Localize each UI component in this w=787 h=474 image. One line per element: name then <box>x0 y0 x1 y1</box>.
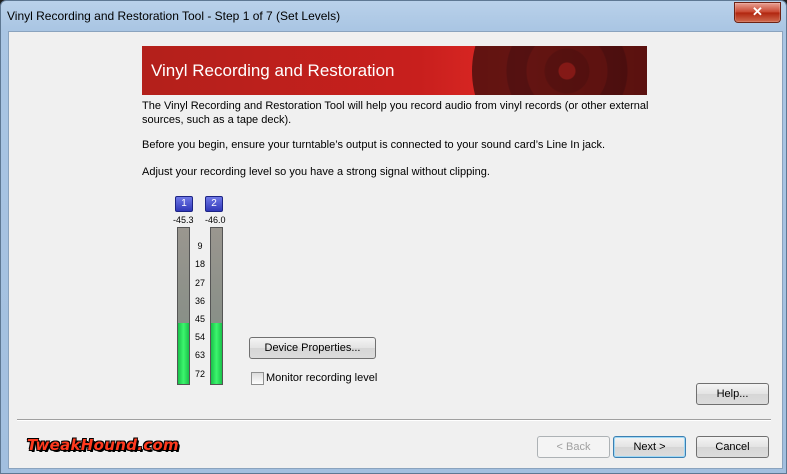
back-button-label: < Back <box>556 441 591 453</box>
vinyl-record-graphic <box>472 46 647 95</box>
meter-scale-label: 27 <box>194 278 205 288</box>
channel-2-level-meter <box>210 227 223 385</box>
tweakhound-watermark: TweakHound.com <box>27 436 179 454</box>
close-button[interactable]: ✕ <box>734 2 781 23</box>
turntable-instructions: Before you begin, ensure your turntable’… <box>142 139 606 151</box>
channel-1-level-fill <box>178 323 189 384</box>
channel-1-level-meter <box>177 227 190 385</box>
cancel-button-label: Cancel <box>715 441 750 453</box>
meter-scale-label: 18 <box>194 259 205 269</box>
level-instructions: Adjust your recording level so you have … <box>142 166 490 178</box>
meter-scale-label: 72 <box>194 369 205 379</box>
intro-text: The Vinyl Recording and Restoration Tool… <box>142 100 649 126</box>
monitor-recording-label[interactable]: Monitor recording level <box>266 372 377 384</box>
device-properties-label: Device Properties... <box>264 342 361 354</box>
help-button[interactable]: Help... <box>696 383 769 405</box>
wizard-content: Vinyl Recording and Restoration The Viny… <box>8 31 783 469</box>
monitor-recording-checkbox[interactable] <box>251 372 264 385</box>
header-banner: Vinyl Recording and Restoration <box>142 46 647 95</box>
meter-scale-label: 54 <box>194 332 205 342</box>
channel-2-level-fill <box>211 323 222 384</box>
channel-2-peak-value: -46.0 <box>205 215 226 225</box>
next-button-label: Next > <box>633 441 666 453</box>
help-button-label: Help... <box>716 388 749 400</box>
wizard-window: Vinyl Recording and Restoration Tool - S… <box>0 0 787 474</box>
device-properties-button[interactable]: Device Properties... <box>249 337 376 359</box>
channel-1-peak-value: -45.3 <box>173 215 194 225</box>
title-bar[interactable]: Vinyl Recording and Restoration Tool - S… <box>1 1 786 31</box>
meter-scale-label: 63 <box>194 350 205 360</box>
cancel-button[interactable]: Cancel <box>696 436 769 458</box>
meter-scale-label: 9 <box>197 241 203 251</box>
next-button[interactable]: Next > <box>613 436 686 458</box>
meter-scale-label: 45 <box>194 314 205 324</box>
footer-separator <box>17 419 771 421</box>
window-title: Vinyl Recording and Restoration Tool - S… <box>7 9 341 23</box>
meter-scale-label: 36 <box>194 296 205 306</box>
channel-2-badge: 2 <box>205 196 223 212</box>
channel-1-badge: 1 <box>175 196 193 212</box>
back-button[interactable]: < Back <box>537 436 610 458</box>
banner-title: Vinyl Recording and Restoration <box>151 61 395 80</box>
